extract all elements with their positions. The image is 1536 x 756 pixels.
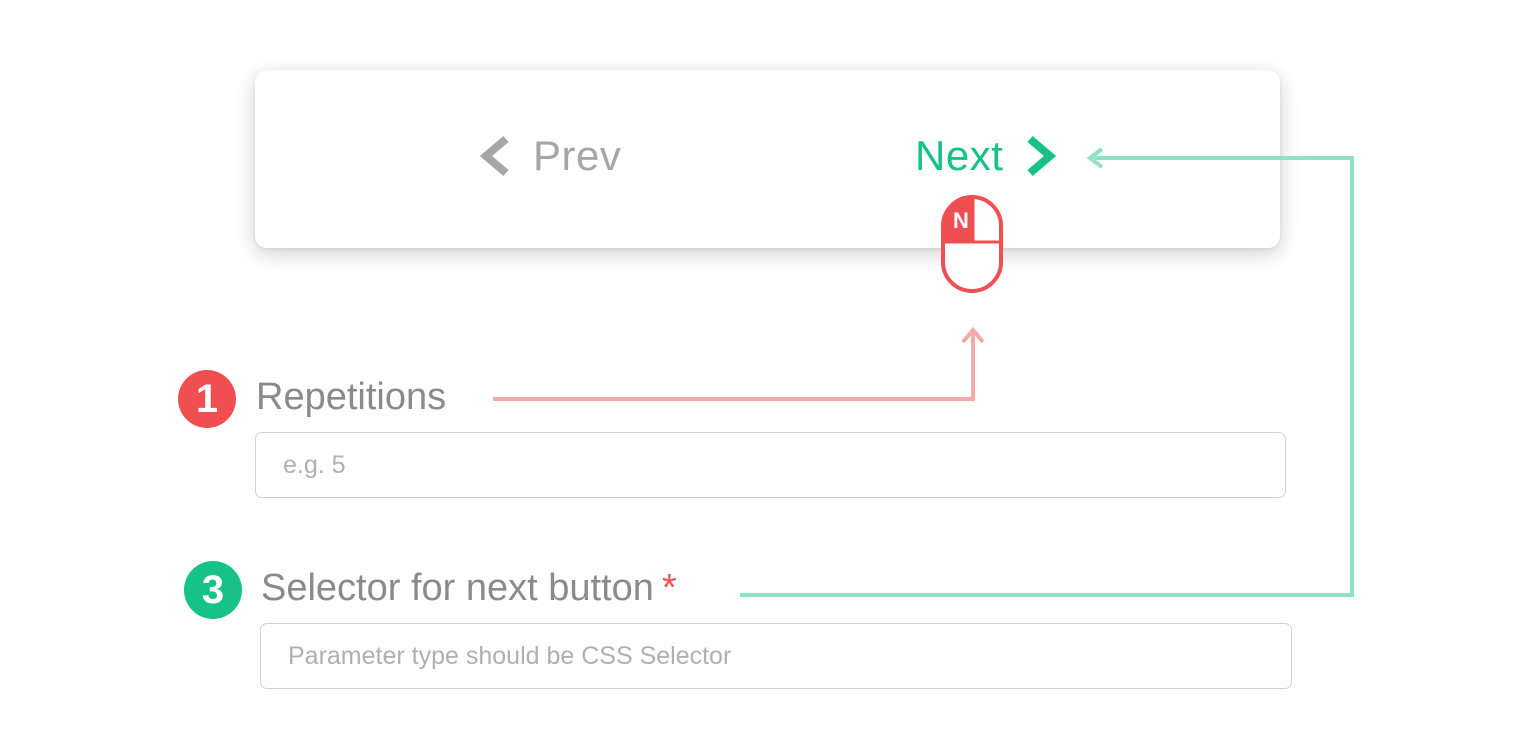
next-button[interactable]: Next [915,132,1059,180]
repetitions-input[interactable] [255,432,1286,498]
step-badge-3: 3 [184,561,242,619]
chevron-right-icon [1025,134,1059,178]
mouse-key-label: N [953,208,969,233]
prev-button[interactable]: Prev [477,132,621,180]
prev-button-label: Prev [533,132,622,179]
chevron-left-icon [477,134,511,178]
repetitions-connector [493,326,985,401]
next-button-label: Next [915,132,1004,179]
repetitions-label: Repetitions [256,376,446,419]
mouse-click-icon: N [940,194,1006,296]
next-selector-input[interactable] [260,623,1292,689]
pagination-card: Prev Next [255,70,1280,248]
repetitions-label-text: Repetitions [256,376,447,418]
next-selector-label-text: Selector for next button [261,567,654,609]
required-asterisk: * [661,567,677,609]
next-selector-label: Selector for next button * [261,567,677,610]
step-badge-1: 1 [178,370,236,428]
